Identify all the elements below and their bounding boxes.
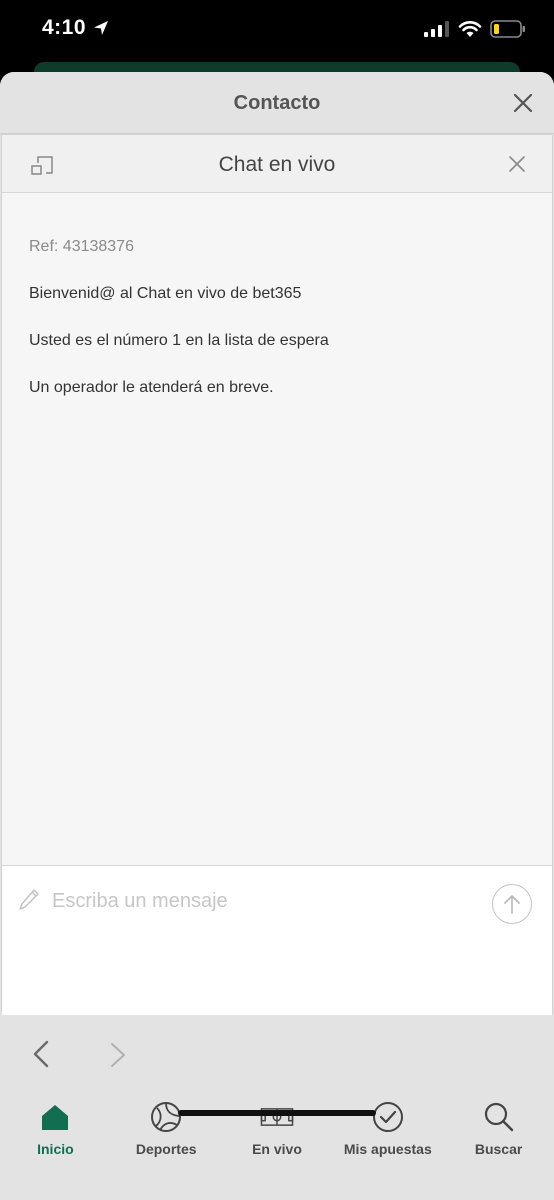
location-arrow-icon: [94, 21, 109, 35]
tab-label: En vivo: [252, 1141, 302, 1157]
time-group: 4:10: [42, 16, 110, 40]
check-circle-icon: [371, 1100, 405, 1134]
chat-header: Chat en vivo: [2, 135, 552, 193]
tab-mis-apuestas[interactable]: Mis apuestas: [332, 1092, 443, 1162]
tab-inicio[interactable]: Inicio: [0, 1092, 111, 1162]
tab-buscar[interactable]: Buscar: [443, 1092, 554, 1162]
status-bar: 4:10: [0, 0, 554, 62]
status-time: 4:10: [42, 16, 87, 39]
status-icons: [424, 20, 526, 38]
operator-message: Un operador le atenderá en breve.: [29, 379, 274, 396]
forward-arrow-icon[interactable]: [108, 1041, 128, 1069]
soccer-ball-icon: [149, 1100, 183, 1134]
wifi-icon: [458, 21, 482, 37]
sheet-header: Contacto: [0, 72, 554, 134]
reference-message: Ref: 43138376: [29, 238, 134, 255]
home-indicator: [178, 1110, 376, 1116]
tab-deportes[interactable]: Deportes: [111, 1092, 222, 1162]
tab-en-vivo[interactable]: En vivo: [222, 1092, 333, 1162]
message-input[interactable]: [52, 886, 472, 916]
cellular-signal-icon: [424, 21, 449, 37]
battery-icon: [490, 20, 525, 38]
back-arrow-icon[interactable]: [30, 1039, 52, 1069]
welcome-message: Bienvenid@ al Chat en vivo de bet365: [29, 285, 302, 302]
queue-position-message: Usted es el número 1 en la lista de espe…: [29, 332, 329, 349]
close-icon[interactable]: [510, 90, 536, 116]
tab-label: Inicio: [37, 1141, 74, 1157]
pencil-icon: [19, 889, 39, 910]
search-icon: [482, 1100, 516, 1134]
tab-label: Deportes: [135, 1141, 197, 1157]
tab-label: Buscar: [474, 1141, 523, 1157]
browser-navigation: [0, 1017, 554, 1087]
chat-title: Chat en vivo: [218, 153, 336, 176]
pitch-icon: [260, 1100, 294, 1134]
live-chat-panel: Chat en vivo Ref: 43138376 Bienvenid@ al…: [1, 134, 553, 1015]
arrow-up-icon: [504, 895, 520, 914]
sheet-title: Contacto: [233, 92, 321, 114]
send-button[interactable]: [492, 884, 532, 924]
message-composer: [2, 865, 552, 1015]
chat-close-icon[interactable]: [508, 155, 526, 173]
message-list: Ref: 43138376 Bienvenid@ al Chat en vivo…: [29, 237, 529, 425]
home-icon: [38, 1100, 72, 1134]
tab-label: Mis apuestas: [343, 1141, 432, 1157]
bottom-tab-bar: Inicio Deportes En vivo Mis apuestas Bus…: [0, 1092, 554, 1162]
contact-sheet: Contacto Chat en vivo Ref: 43138376 Bien…: [0, 72, 554, 1200]
